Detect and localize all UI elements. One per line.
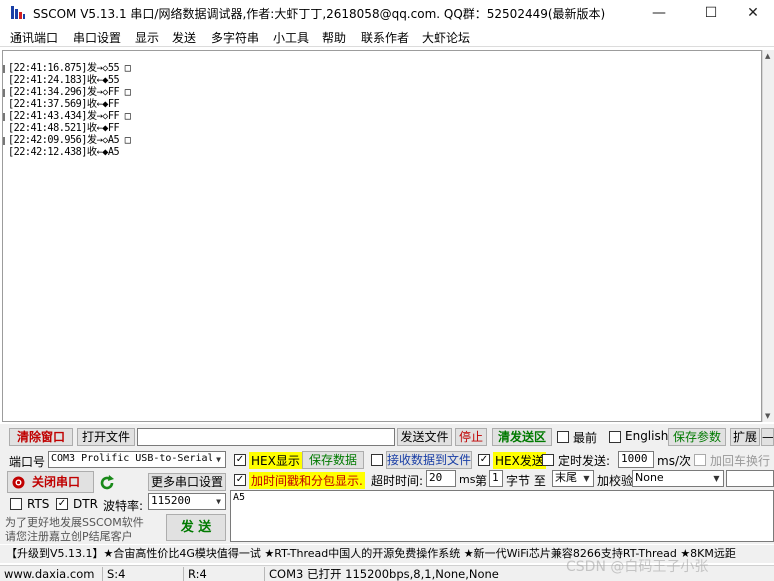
menu-display[interactable]: 显示	[135, 29, 159, 46]
checksum-label: 加校验	[597, 474, 634, 488]
menu-bar: 通讯端口 串口设置 显示 发送 多字符串 小工具 帮助 联系作者 大虾论坛	[0, 26, 774, 47]
timed-send-label: 定时发送:	[558, 454, 611, 468]
title-bar: SSCOM V5.13.1 串口/网络数据调试器,作者:大虾丁丁,2618058…	[0, 0, 774, 26]
file-path-input[interactable]	[137, 428, 395, 446]
chevron-down-icon[interactable]: ▼	[212, 494, 225, 509]
port-select-value: COM3 Prolific USB-to-Serial	[51, 453, 214, 464]
timestamp-label: 加时间戳和分包显示.	[249, 472, 365, 489]
byte-index-input[interactable]: 1	[489, 470, 503, 487]
clear-window-button[interactable]: 清除窗口	[9, 428, 73, 446]
checksum-value: None	[635, 471, 664, 484]
close-port-label: 关闭串口	[32, 475, 81, 489]
hex-display-label: HEX显示	[249, 452, 302, 469]
received-count: R:4	[184, 567, 265, 581]
english-label: English	[625, 429, 669, 443]
receive-line: [22:41:37.569]收←◆FF	[8, 99, 120, 110]
close-button[interactable]: ✕	[730, 0, 774, 26]
rts-label: RTS	[27, 497, 50, 511]
line-marker	[3, 65, 5, 73]
hex-send-checkbox[interactable]: ✓	[478, 454, 490, 466]
english-checkbox[interactable]	[609, 431, 621, 443]
chevron-down-icon[interactable]: ▼	[212, 452, 225, 467]
timeout-label: 超时时间:	[371, 474, 424, 488]
baud-select[interactable]: 115200 ▼	[148, 493, 226, 510]
extra-input[interactable]	[726, 470, 774, 487]
send-file-button[interactable]: 发送文件	[397, 428, 452, 446]
website-link[interactable]: www.daxia.com	[0, 567, 103, 581]
timed-send-checkbox[interactable]	[542, 454, 554, 466]
line-marker	[3, 89, 5, 97]
chevron-down-icon[interactable]: ▼	[580, 471, 593, 486]
receive-area[interactable]: [22:41:16.875]发→◇55 □ [22:41:24.183]收←◆5…	[2, 50, 762, 422]
maximize-button[interactable]: ☐	[688, 0, 734, 26]
hex-display-checkbox[interactable]: ✓	[234, 454, 246, 466]
chevron-down-icon[interactable]: ▼	[710, 471, 723, 486]
add-crlf-label: 加回车换行	[710, 454, 771, 468]
timeout-input[interactable]: 20	[426, 470, 456, 487]
receive-line: [22:41:16.875]发→◇55 □	[8, 63, 131, 74]
app-logo-icon	[11, 6, 25, 19]
receive-line: [22:42:12.438]收←◆A5	[8, 147, 120, 158]
add-crlf-checkbox[interactable]	[694, 454, 706, 466]
rts-checkbox[interactable]	[10, 498, 22, 510]
line-marker	[3, 137, 5, 145]
sent-count: S:4	[103, 567, 184, 581]
dtr-label: DTR	[73, 497, 98, 511]
send-button[interactable]: 发 送	[166, 514, 226, 541]
receive-scrollbar[interactable]: ▲ ▼	[762, 50, 774, 422]
menu-comm-port[interactable]: 通讯端口	[10, 29, 58, 46]
timestamp-checkbox[interactable]: ✓	[234, 474, 246, 486]
menu-serial-settings[interactable]: 串口设置	[73, 29, 121, 46]
refresh-icon[interactable]	[98, 474, 116, 492]
menu-forum[interactable]: 大虾论坛	[422, 29, 470, 46]
send-input[interactable]: A5	[230, 490, 774, 542]
baud-select-value: 115200	[151, 494, 191, 507]
port-label: 端口号	[9, 455, 46, 469]
port-select[interactable]: COM3 Prolific USB-to-Serial ▼	[48, 451, 226, 468]
menu-help[interactable]: 帮助	[322, 29, 346, 46]
recv-to-file-checkbox[interactable]	[371, 454, 383, 466]
watermark-text: CSDN @白码王子小张	[566, 559, 709, 575]
line-marker	[3, 113, 5, 121]
stop-button[interactable]: 停止	[455, 428, 487, 446]
clear-send-button[interactable]: 清发送区	[492, 428, 552, 446]
save-data-button[interactable]: 保存数据	[302, 451, 364, 469]
receive-line: [22:41:34.296]发→◇FF □	[8, 87, 131, 98]
menu-tools[interactable]: 小工具	[273, 29, 309, 46]
topmost-label: 最前	[573, 431, 598, 445]
byte-prefix-label: 第	[475, 474, 488, 488]
dtr-checkbox[interactable]: ✓	[56, 498, 68, 510]
receive-line: [22:41:48.521]收←◆FF	[8, 123, 120, 134]
control-panel: 清除窗口 打开文件 发送文件 停止 清发送区 最前 English 保存参数 扩…	[0, 424, 774, 544]
expand-button[interactable]: 扩展	[730, 428, 760, 446]
hex-send-label: HEX发送	[493, 452, 546, 469]
recv-to-file-button[interactable]: 接收数据到文件	[386, 451, 472, 469]
byte-end-value: 末尾	[555, 471, 577, 484]
baud-label: 波特率:	[103, 499, 144, 513]
menu-contact-author[interactable]: 联系作者	[361, 29, 409, 46]
window-title: SSCOM V5.13.1 串口/网络数据调试器,作者:大虾丁丁,2618058…	[33, 7, 606, 21]
promo-text-2: 请您注册嘉立创P结尾客户	[5, 530, 133, 543]
scroll-down-icon[interactable]: ▼	[765, 412, 770, 420]
timeout-unit: ms	[459, 473, 476, 486]
byte-end-select[interactable]: 末尾 ▼	[552, 470, 594, 487]
interval-input[interactable]: 1000	[618, 451, 654, 468]
scroll-up-icon[interactable]: ▲	[765, 52, 770, 60]
menu-multi-string[interactable]: 多字符串	[211, 29, 259, 46]
receive-line: [22:41:43.434]发→◇FF □	[8, 111, 131, 122]
receive-line: [22:41:24.183]收←◆55	[8, 75, 120, 86]
stop-port-icon	[12, 476, 25, 489]
collapse-button[interactable]: —	[761, 428, 774, 446]
checksum-select[interactable]: None ▼	[632, 470, 724, 487]
byte-to-label: 字节 至	[506, 474, 546, 488]
topmost-checkbox[interactable]	[557, 431, 569, 443]
interval-unit: ms/次	[657, 454, 691, 468]
minimize-button[interactable]: —	[636, 0, 682, 26]
open-file-button[interactable]: 打开文件	[77, 428, 135, 446]
more-serial-settings-button[interactable]: 更多串口设置	[148, 473, 226, 491]
save-params-button[interactable]: 保存参数	[668, 428, 726, 446]
menu-send[interactable]: 发送	[172, 29, 196, 46]
receive-line: [22:42:09.956]发→◇A5 □	[8, 135, 131, 146]
